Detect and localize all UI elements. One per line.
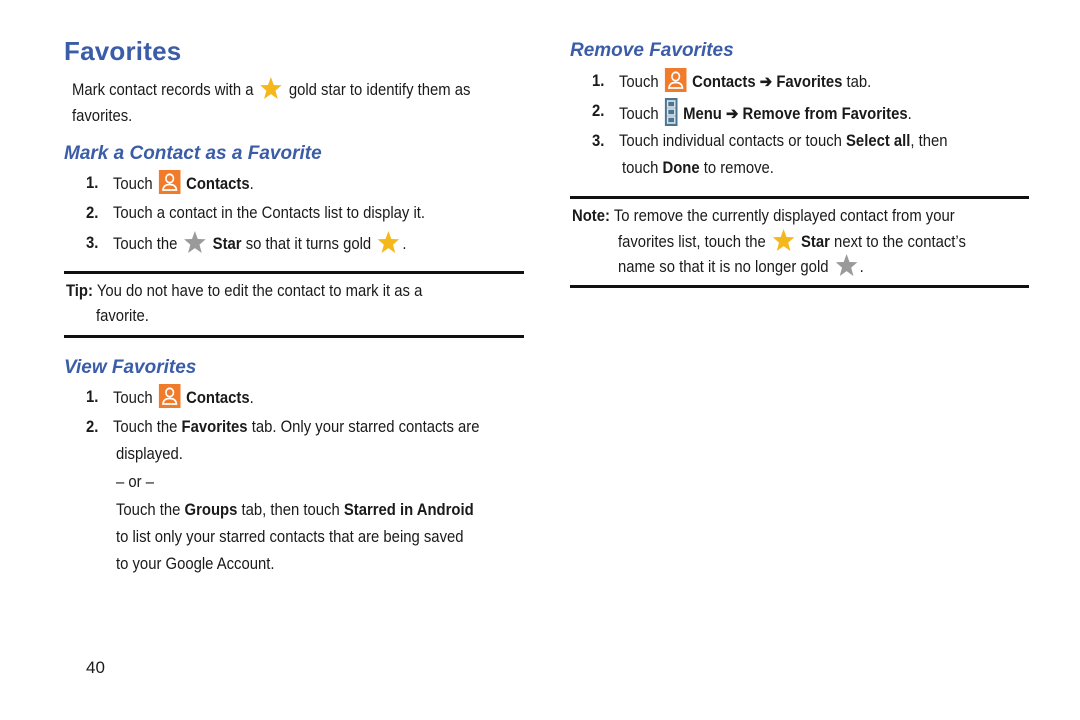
note-line-3: name so that it is no longer gold . — [618, 253, 864, 281]
view-step-2-line-2: displayed. — [116, 445, 183, 463]
gray-star-icon — [183, 230, 206, 254]
divider — [570, 285, 1029, 288]
menu-icon — [664, 98, 678, 126]
tip-line-1: Tip: You do not have to edit the contact… — [66, 282, 423, 300]
or-separator: – or – — [116, 473, 154, 491]
section-heading-view: View Favorites — [64, 357, 197, 378]
divider — [64, 335, 524, 338]
view-alt-line-1: Touch the Groups tab, then touch Starred… — [116, 501, 474, 519]
view-alt-line-2: to list only your starred contacts that … — [116, 528, 464, 546]
note-line-2: favorites list, touch the Star next to t… — [618, 228, 966, 256]
gray-star-icon — [834, 253, 857, 277]
gold-star-icon — [260, 76, 283, 100]
divider — [64, 271, 524, 274]
tip-line-2: favorite. — [96, 307, 149, 325]
page-title: Favorites — [64, 36, 182, 66]
section-heading-mark: Mark a Contact as a Favorite — [64, 143, 322, 164]
view-alt-line-3: to your Google Account. — [116, 555, 275, 573]
page-number: 40 — [86, 658, 105, 677]
section-heading-remove: Remove Favorites — [570, 40, 734, 61]
contacts-icon — [158, 384, 181, 408]
note-line-1: Note: To remove the currently displayed … — [572, 207, 955, 225]
intro-line-2: favorites. — [72, 107, 133, 125]
contacts-icon — [664, 68, 687, 92]
divider — [570, 196, 1029, 199]
intro-line-1: Mark contact records with a gold star to… — [72, 76, 470, 104]
gold-star-icon — [772, 228, 795, 252]
remove-step-3-line-2: touch Done to remove. — [622, 159, 774, 177]
contacts-icon — [158, 170, 181, 194]
gold-star-icon — [377, 230, 400, 254]
